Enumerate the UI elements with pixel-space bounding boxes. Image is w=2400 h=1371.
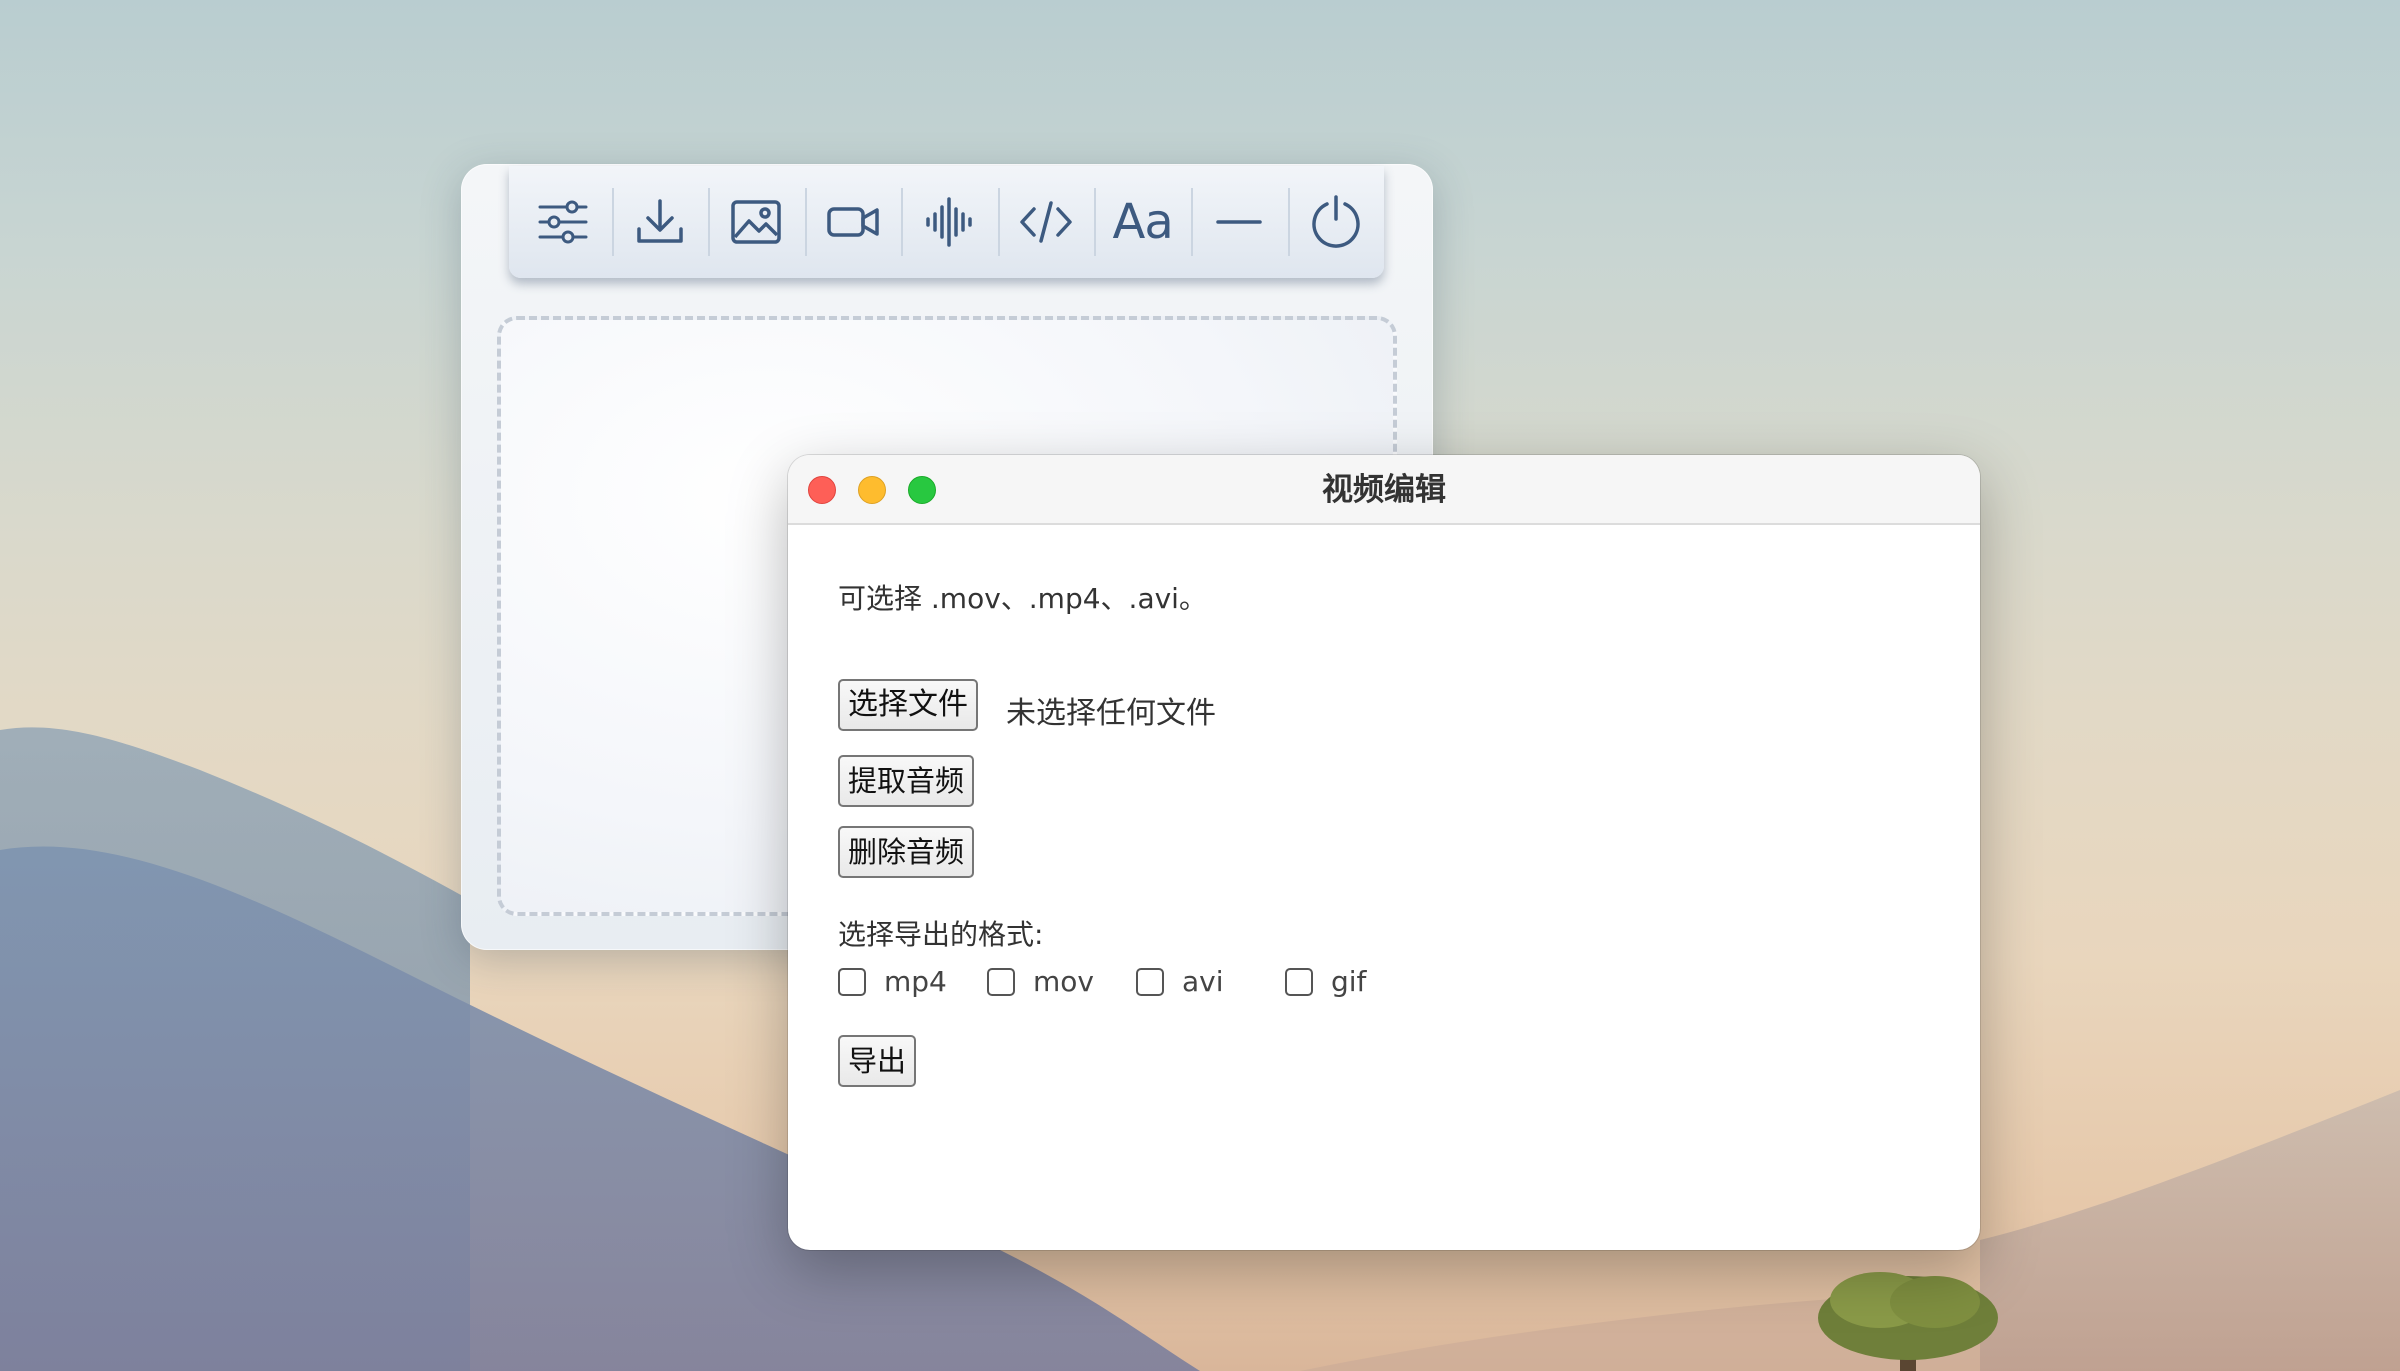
title-bar[interactable]: 视频编辑 [788,455,1980,525]
export-format-label: 选择导出的格式: [838,918,1044,951]
code-icon [1020,201,1072,243]
video-tool-button[interactable] [804,166,902,278]
format-option-gif[interactable]: gif [1285,965,1366,998]
minimize-icon [1216,220,1262,224]
delete-audio-button[interactable]: 删除音频 [838,826,975,878]
avi-checkbox[interactable] [1136,967,1164,996]
maximize-window-button[interactable] [908,476,936,504]
power-icon [1312,195,1360,248]
format-option-mp4[interactable]: mp4 [838,965,947,998]
download-tool-button[interactable] [611,166,709,278]
code-tool-button[interactable] [997,166,1095,278]
toolbar: Aa [509,166,1384,278]
mov-checkbox[interactable] [987,967,1015,996]
mp4-label: mp4 [884,965,947,998]
gif-label: gif [1331,965,1367,998]
download-icon [637,199,683,243]
image-tool-button[interactable] [708,166,805,278]
mov-label: mov [1033,965,1094,998]
mp4-checkbox[interactable] [838,967,866,996]
desktop-background: Aa 视频编辑 可选择 .mov、.mp4、.avi。 选择文件 未选择任何文件… [0,0,2400,1371]
image-icon [731,200,782,244]
power-tool-button[interactable] [1287,166,1385,278]
export-button[interactable]: 导出 [838,1035,917,1087]
minimize-window-button[interactable] [858,476,886,504]
minimize-tool-button[interactable] [1190,166,1288,278]
extract-audio-button[interactable]: 提取音频 [838,755,975,807]
settings-tool-button[interactable] [515,166,612,278]
video-camera-icon [827,207,879,237]
window-title: 视频编辑 [1322,472,1446,508]
audio-waveform-icon [925,197,972,247]
text-tool-button[interactable]: Aa [1094,166,1191,278]
close-window-button[interactable] [808,476,836,504]
video-edit-window: 视频编辑 可选择 .mov、.mp4、.avi。 选择文件 未选择任何文件 提取… [788,455,1980,1250]
file-status-label: 未选择任何文件 [1006,696,1216,731]
file-type-hint: 可选择 .mov、.mp4、.avi。 [838,582,1207,615]
audio-tool-button[interactable] [901,166,998,278]
sliders-icon [538,200,588,244]
format-option-mov[interactable]: mov [987,965,1094,998]
text-font-icon: Aa [1112,194,1174,250]
choose-file-button[interactable]: 选择文件 [838,679,978,731]
gif-checkbox[interactable] [1285,967,1313,996]
format-option-avi[interactable]: avi [1136,965,1224,998]
avi-label: avi [1182,965,1224,998]
